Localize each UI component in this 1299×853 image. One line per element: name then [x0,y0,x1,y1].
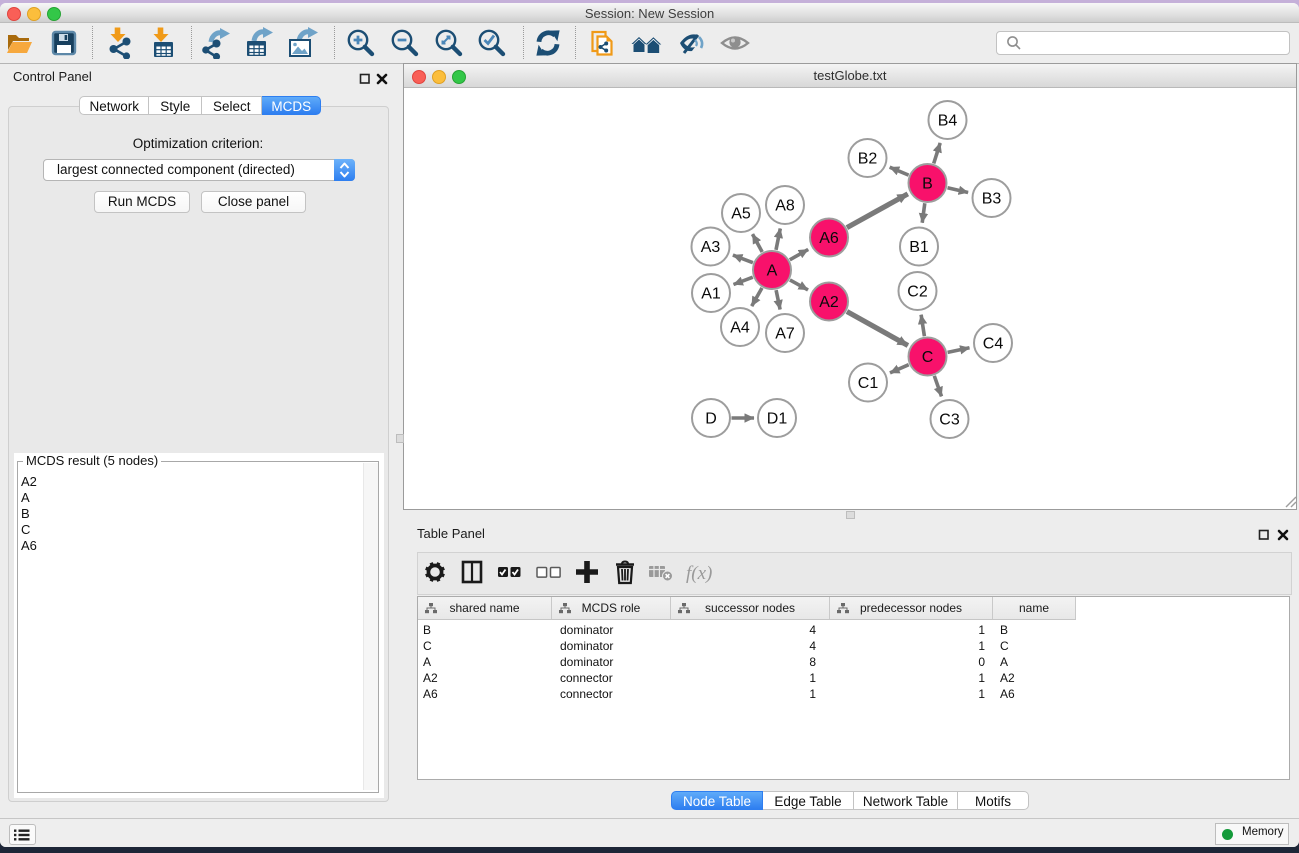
svg-text:A2: A2 [819,294,839,311]
svg-text:B2: B2 [858,151,878,168]
svg-text:C3: C3 [939,412,960,429]
svg-text:B: B [922,176,933,193]
svg-text:A1: A1 [701,286,721,303]
svg-text:A3: A3 [701,239,721,256]
svg-text:C4: C4 [983,336,1004,353]
svg-text:A4: A4 [730,320,750,337]
svg-text:A6: A6 [819,230,839,247]
svg-text:B1: B1 [909,239,929,256]
svg-text:A7: A7 [775,326,795,343]
svg-text:A: A [767,263,778,280]
svg-text:A5: A5 [731,206,751,223]
svg-text:B4: B4 [938,113,958,130]
svg-text:C2: C2 [907,284,928,301]
svg-text:B3: B3 [982,191,1002,208]
svg-text:D1: D1 [767,411,788,428]
svg-text:A8: A8 [775,198,795,215]
svg-text:C: C [922,349,934,366]
svg-text:D: D [705,411,717,428]
svg-text:C1: C1 [858,375,879,392]
